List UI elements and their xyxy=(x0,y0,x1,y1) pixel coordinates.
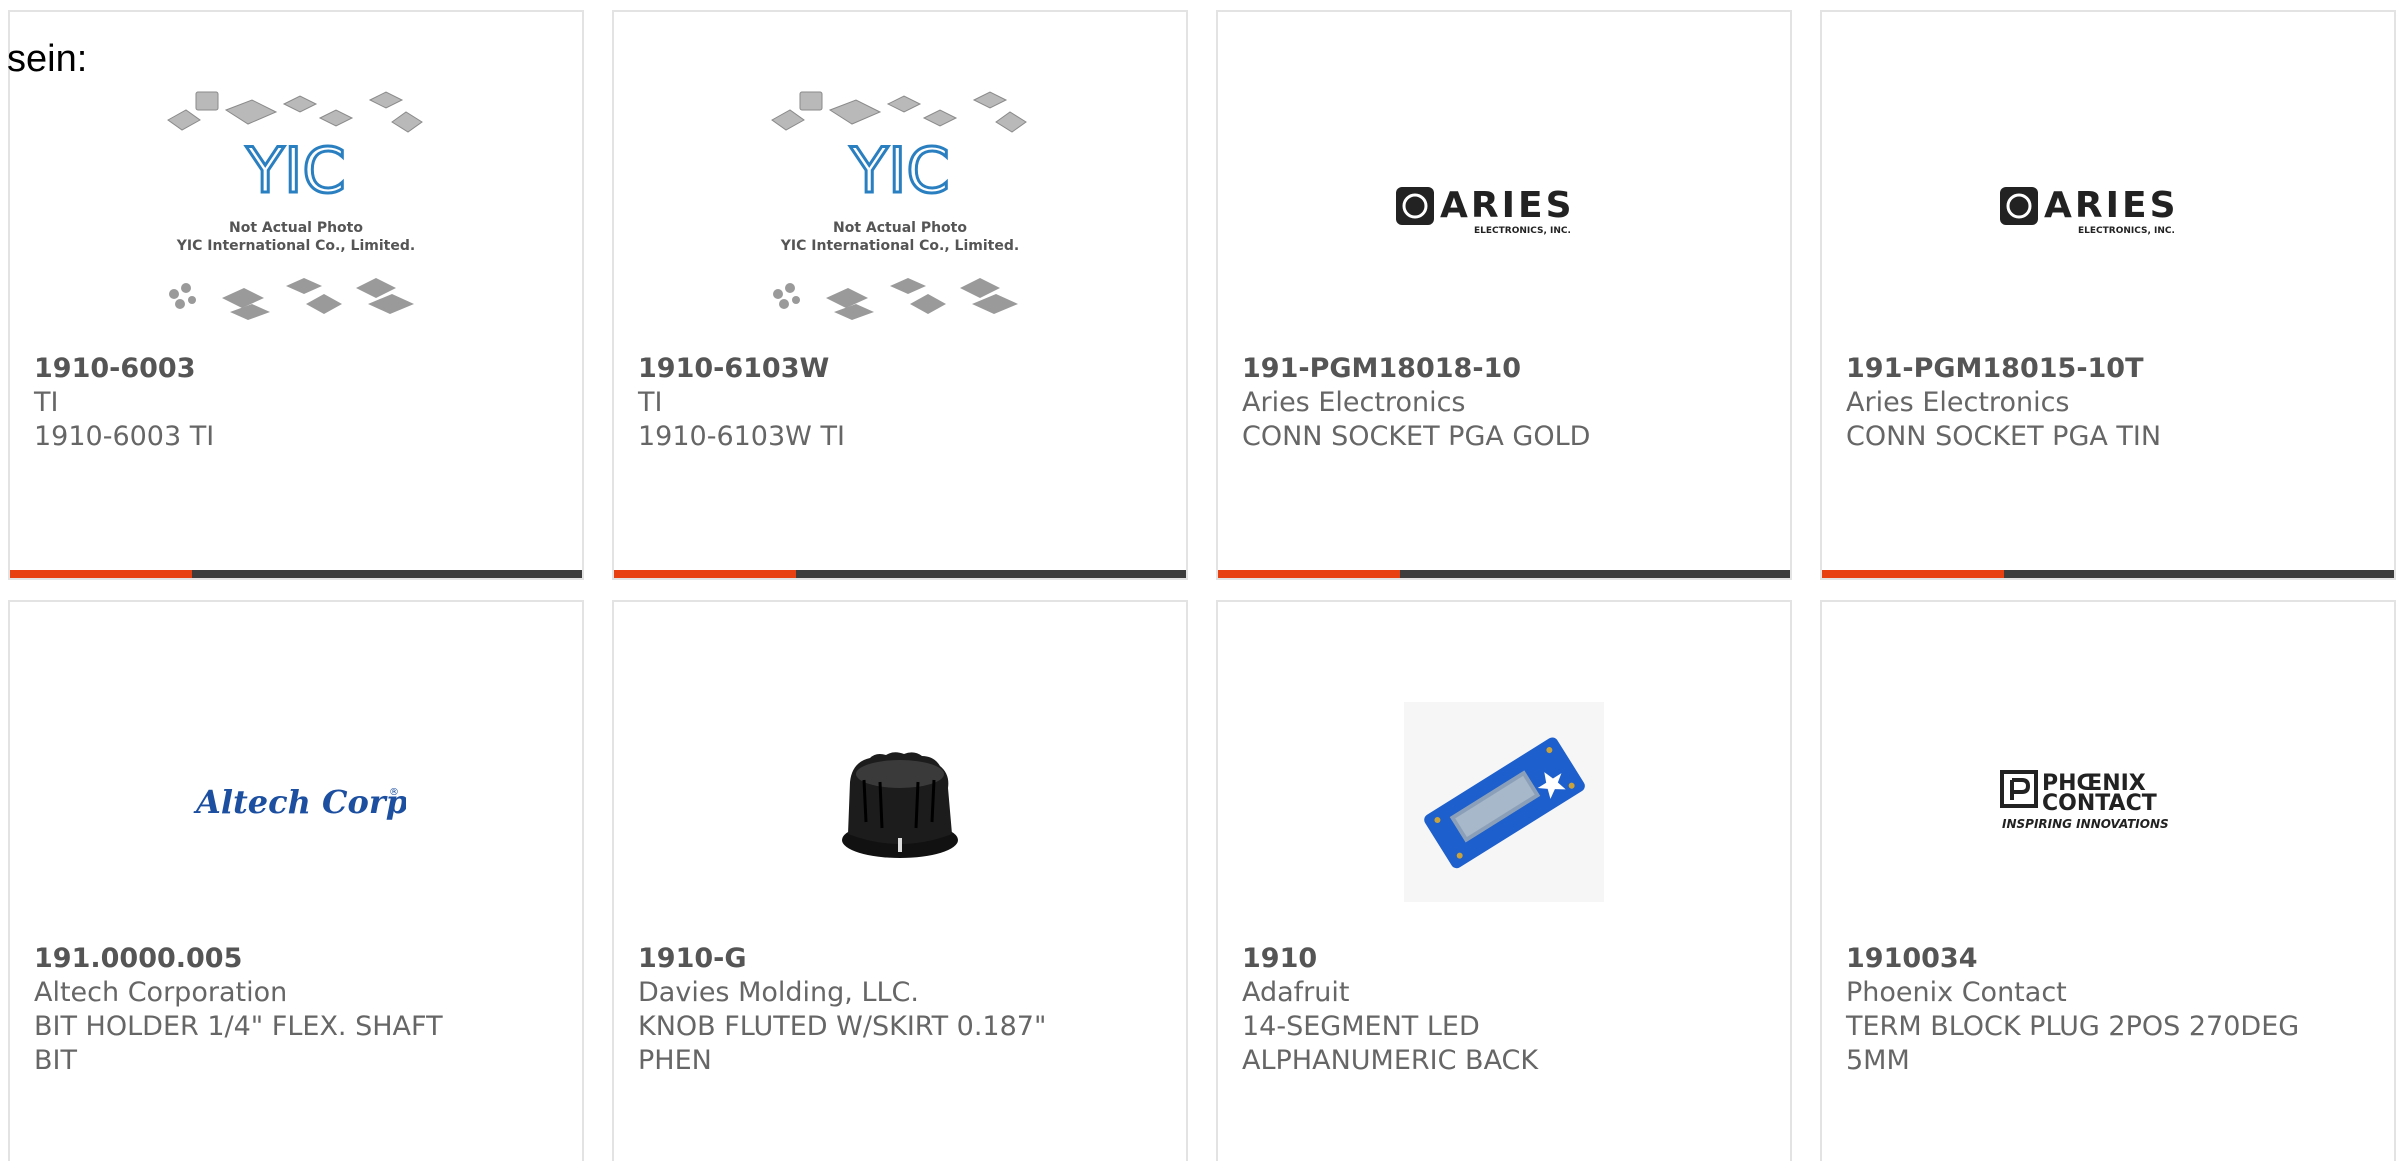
card-accent-bar xyxy=(1822,570,2004,578)
manufacturer: Aries Electronics xyxy=(1242,387,1466,418)
manufacturer: Adafruit xyxy=(1242,977,1350,1008)
svg-text:ELECTRONICS, INC.: ELECTRONICS, INC. xyxy=(1474,226,1571,236)
product-image xyxy=(614,672,1186,932)
product-card[interactable]: PHŒNIX CONTACT INSPIRING INNOVATIONS 191… xyxy=(1820,600,2396,1161)
description-line: KNOB FLUTED W/SKIRT 0.187" xyxy=(638,1011,1047,1042)
product-image: Altech Corp. ® xyxy=(10,672,582,932)
part-number[interactable]: 191.0000.005 xyxy=(34,942,558,976)
svg-text:YIC: YIC xyxy=(245,134,345,207)
svg-text:ELECTRONICS, INC.: ELECTRONICS, INC. xyxy=(2078,226,2175,236)
led-board-photo xyxy=(1404,702,1604,902)
manufacturer: Davies Molding, LLC. xyxy=(638,977,919,1008)
part-number[interactable]: 191-PGM18018-10 xyxy=(1242,352,1766,386)
product-info: 191.0000.005 Altech Corporation BIT HOLD… xyxy=(34,942,558,1078)
product-image xyxy=(1218,672,1790,932)
part-number[interactable]: 1910-6103W xyxy=(638,352,1162,386)
description: CONN SOCKET PGA GOLD xyxy=(1242,421,1591,452)
card-accent-bar xyxy=(614,570,796,578)
description: 1910-6103W TI xyxy=(638,421,845,452)
description-line: TERM BLOCK PLUG 2POS 270DEG xyxy=(1846,1011,2300,1042)
part-number[interactable]: 1910-6003 xyxy=(34,352,558,386)
part-number[interactable]: 1910-G xyxy=(638,942,1162,976)
altech-logo: Altech Corp. ® xyxy=(193,783,406,821)
product-info: 1910-6103W TI 1910-6103W TI xyxy=(638,352,1162,454)
aries-logo: ARIES ELECTRONICS, INC. xyxy=(1396,185,1575,236)
card-bottom-bar xyxy=(1218,570,1790,578)
svg-text:CONTACT: CONTACT xyxy=(2042,791,2157,816)
manufacturer: TI xyxy=(34,387,59,418)
svg-text:YIC International Co., Limited: YIC International Co., Limited. xyxy=(176,238,415,254)
card-accent-bar xyxy=(1218,570,1400,578)
part-number[interactable]: 1910034 xyxy=(1846,942,2370,976)
product-image: ARIES ELECTRONICS, INC. xyxy=(1822,82,2394,332)
card-accent-bar xyxy=(10,570,192,578)
product-info: 1910034 Phoenix Contact TERM BLOCK PLUG … xyxy=(1846,942,2370,1078)
product-image: PHŒNIX CONTACT INSPIRING INNOVATIONS xyxy=(1822,672,2394,932)
description-line: PHEN xyxy=(638,1045,712,1076)
product-card[interactable]: 1910-G Davies Molding, LLC. KNOB FLUTED … xyxy=(612,600,1188,1161)
description-line: BIT HOLDER 1/4" FLEX. SHAFT xyxy=(34,1011,443,1042)
svg-text:ARIES: ARIES xyxy=(1440,185,1575,226)
svg-text:Not Actual Photo: Not Actual Photo xyxy=(833,220,967,236)
aries-logo: ARIES ELECTRONICS, INC. xyxy=(2000,185,2179,236)
stray-text: sein: xyxy=(7,38,88,80)
part-number[interactable]: 1910 xyxy=(1242,942,1766,976)
yic-placeholder-image: YIC Not Actual Photo YIC International C… xyxy=(167,91,423,320)
page: sein: YIC Not Actual Photo YIC Internati… xyxy=(0,0,2400,1161)
manufacturer: Phoenix Contact xyxy=(1846,977,2067,1008)
svg-text:YIC: YIC xyxy=(849,134,949,207)
product-card[interactable]: Altech Corp. ® 191.0000.005 Altech Corpo… xyxy=(8,600,584,1161)
yic-placeholder-image: YIC Not Actual Photo YIC International C… xyxy=(771,91,1027,320)
manufacturer: Altech Corporation xyxy=(34,977,288,1008)
product-info: 191-PGM18018-10 Aries Electronics CONN S… xyxy=(1242,352,1766,454)
description-line: ALPHANUMERIC BACK xyxy=(1242,1045,1539,1076)
description: 1910-6003 TI xyxy=(34,421,215,452)
manufacturer: Aries Electronics xyxy=(1846,387,2070,418)
product-card[interactable]: 1910 Adafruit 14-SEGMENT LED ALPHANUMERI… xyxy=(1216,600,1792,1161)
card-bottom-bar xyxy=(10,570,582,578)
card-bottom-bar xyxy=(614,570,1186,578)
product-info: 1910 Adafruit 14-SEGMENT LED ALPHANUMERI… xyxy=(1242,942,1766,1078)
description: CONN SOCKET PGA TIN xyxy=(1846,421,2162,452)
phoenix-contact-logo: PHŒNIX CONTACT INSPIRING INNOVATIONS xyxy=(2000,770,2169,831)
product-info: 191-PGM18015-10T Aries Electronics CONN … xyxy=(1846,352,2370,454)
product-image: YIC Not Actual Photo YIC International C… xyxy=(614,82,1186,332)
svg-text:INSPIRING INNOVATIONS: INSPIRING INNOVATIONS xyxy=(2002,817,2169,831)
card-bottom-bar xyxy=(1822,570,2394,578)
part-number[interactable]: 191-PGM18015-10T xyxy=(1846,352,2370,386)
product-card[interactable]: YIC Not Actual Photo YIC International C… xyxy=(612,10,1188,580)
description-line: BIT xyxy=(34,1045,77,1076)
product-card[interactable]: ARIES ELECTRONICS, INC. 191-PGM18018-10 … xyxy=(1216,10,1792,580)
product-card[interactable]: YIC Not Actual Photo YIC International C… xyxy=(8,10,584,580)
product-grid: YIC Not Actual Photo YIC International C… xyxy=(0,0,2400,1161)
svg-text:Not Actual Photo: Not Actual Photo xyxy=(229,220,363,236)
description-line: 14-SEGMENT LED xyxy=(1242,1011,1480,1042)
product-card[interactable]: ARIES ELECTRONICS, INC. 191-PGM18015-10T… xyxy=(1820,10,2396,580)
product-image: YIC Not Actual Photo YIC International C… xyxy=(10,82,582,332)
product-info: 1910-G Davies Molding, LLC. KNOB FLUTED … xyxy=(638,942,1162,1078)
product-image: ARIES ELECTRONICS, INC. xyxy=(1218,82,1790,332)
description-line: 5MM xyxy=(1846,1045,1910,1076)
svg-text:ARIES: ARIES xyxy=(2044,185,2179,226)
product-info: 1910-6003 TI 1910-6003 TI xyxy=(34,352,558,454)
knob-photo xyxy=(842,752,958,858)
svg-text:Altech Corp.: Altech Corp. xyxy=(193,783,406,821)
manufacturer: TI xyxy=(638,387,663,418)
svg-text:®: ® xyxy=(389,787,399,798)
svg-text:YIC International Co., Limited: YIC International Co., Limited. xyxy=(780,238,1019,254)
